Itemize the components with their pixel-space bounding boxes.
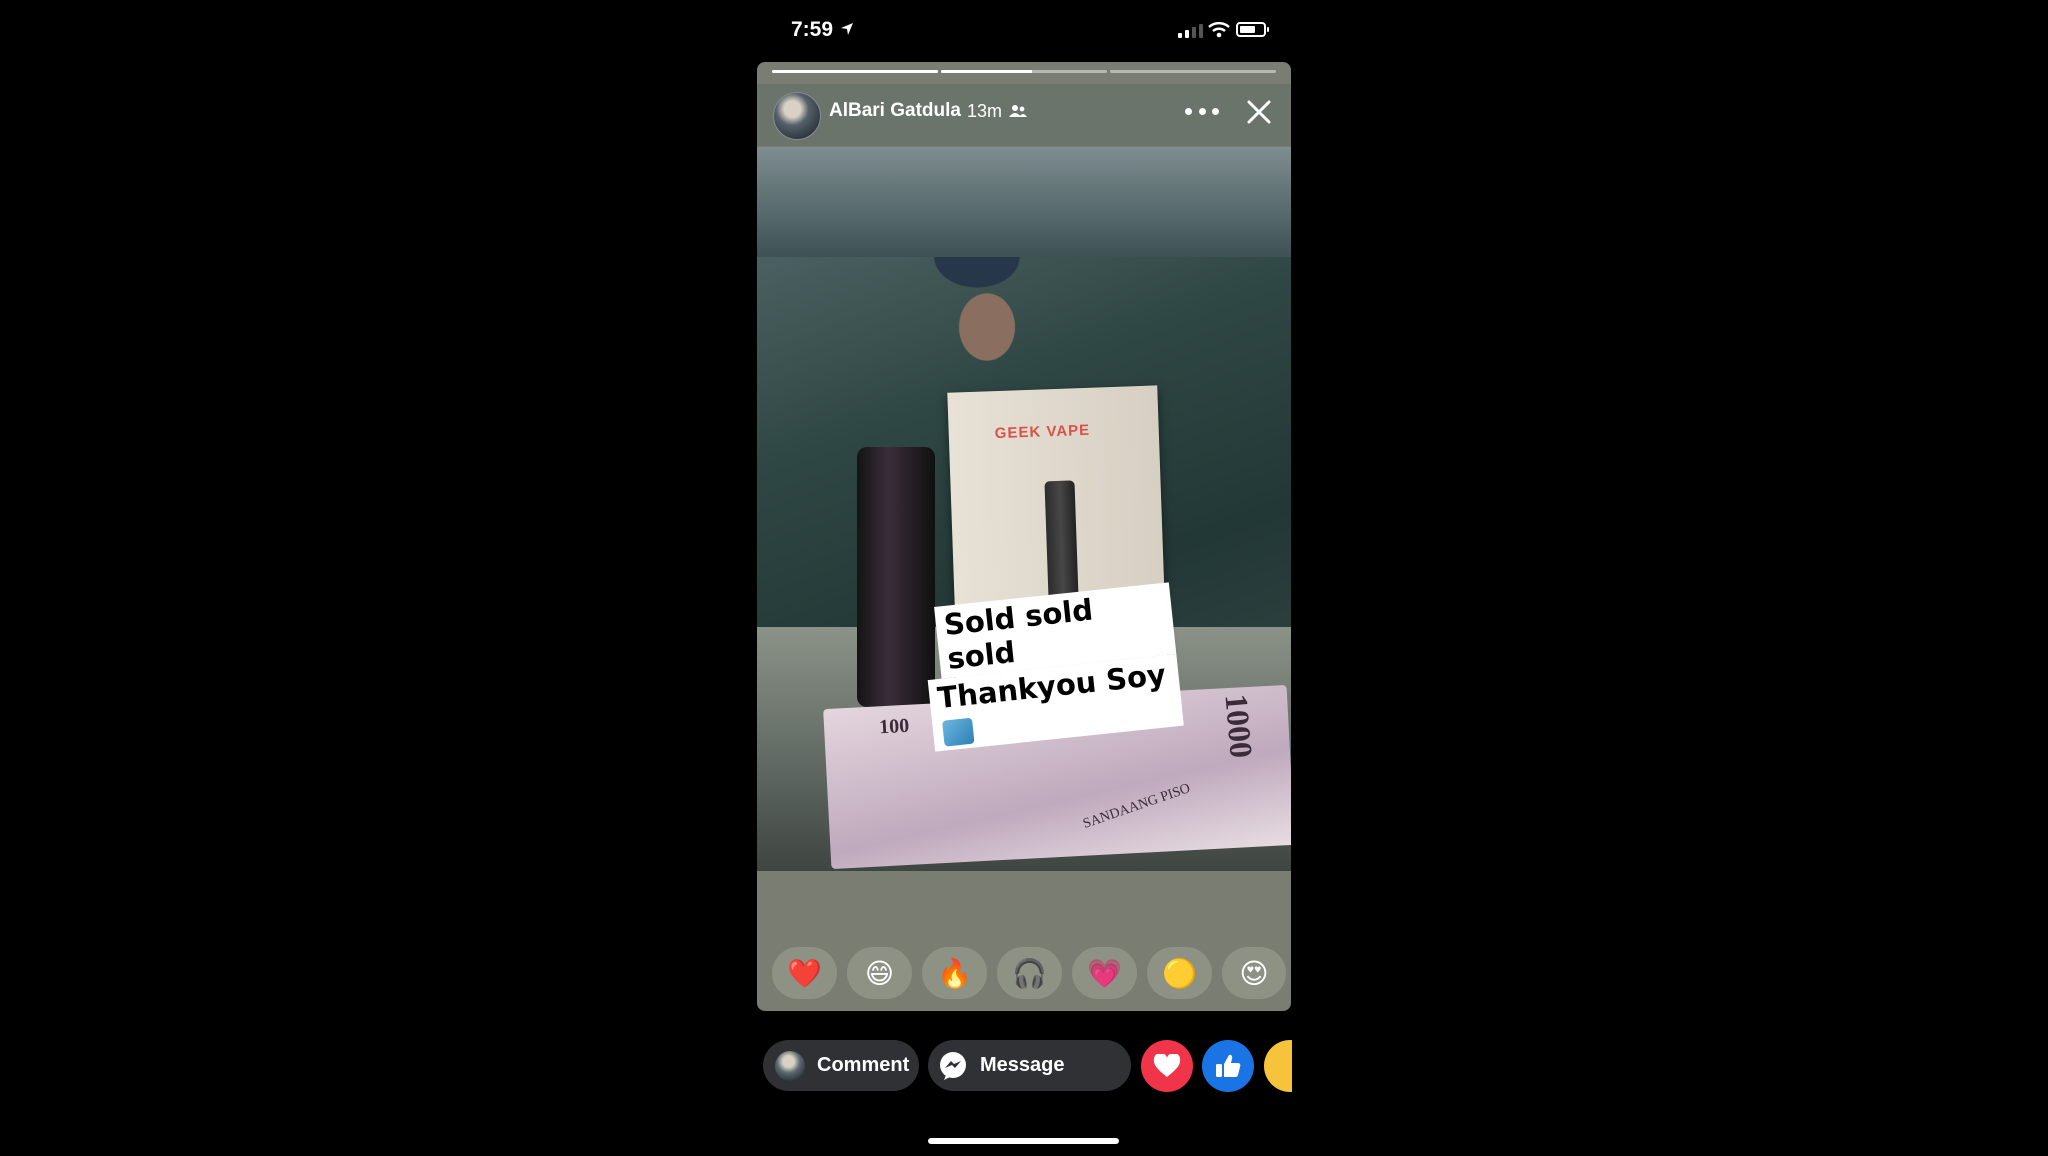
heart-icon xyxy=(1153,1054,1181,1077)
reaction-sticker[interactable]: 🎧 xyxy=(997,947,1062,999)
location-arrow-icon xyxy=(841,23,853,35)
cellular-signal-icon xyxy=(1178,24,1203,38)
more-options-button[interactable] xyxy=(1185,98,1219,124)
laughing-face-icon xyxy=(1264,1040,1292,1092)
author-avatar[interactable] xyxy=(773,92,821,140)
quick-love-button[interactable] xyxy=(1141,1040,1193,1092)
thumbs-up-icon xyxy=(1216,1054,1241,1077)
quick-like-button[interactable] xyxy=(1202,1040,1254,1092)
comment-button[interactable]: Comment xyxy=(763,1040,919,1091)
product-can xyxy=(857,447,935,707)
reaction-fire[interactable]: 🔥 xyxy=(922,947,987,999)
close-icon[interactable] xyxy=(1245,98,1273,126)
reaction-badge[interactable]: 🟡 xyxy=(1147,947,1212,999)
friends-icon xyxy=(1009,105,1027,117)
message-button[interactable]: Message xyxy=(928,1040,1131,1091)
status-time: 7:59 xyxy=(791,18,834,41)
progress-segment xyxy=(772,70,938,73)
quick-haha-button[interactable] xyxy=(1264,1040,1292,1092)
banknote-text: SANDAANG PISO xyxy=(1081,781,1193,832)
story-photo: GEEK VAPE 100 1000 SANDAANG PISO Sold so… xyxy=(757,147,1291,871)
message-label: Message xyxy=(980,1054,1065,1076)
reaction-pink-heart[interactable]: 💗 xyxy=(1072,947,1137,999)
story-progress xyxy=(772,70,1276,73)
home-indicator[interactable] xyxy=(928,1138,1119,1144)
reaction-grin[interactable]: 😄 xyxy=(847,947,912,999)
battery-icon xyxy=(1236,22,1269,37)
progress-segment xyxy=(941,70,1107,73)
story-time: 13m xyxy=(967,101,1003,121)
reaction-love-face[interactable]: 😍 xyxy=(1222,947,1286,999)
comment-label: Comment xyxy=(817,1054,910,1076)
user-avatar xyxy=(775,1050,805,1081)
wifi-icon xyxy=(1208,22,1230,38)
emoji-sticker-icon xyxy=(942,717,975,747)
progress-segment xyxy=(1110,70,1276,73)
reaction-bar: ❤️ 😄 🔥 🎧 💗 🟡 😍 xyxy=(772,947,1286,999)
banknote-100: 100 xyxy=(878,714,910,739)
banknote-1000: 1000 xyxy=(1218,692,1260,760)
story-viewer[interactable]: AlBari Gatdula 13m GEEK VAPE 100 1000 SA… xyxy=(757,62,1291,1011)
messenger-icon xyxy=(940,1051,966,1080)
reaction-heart[interactable]: ❤️ xyxy=(772,947,837,999)
author-name[interactable]: AlBari Gatdula xyxy=(829,100,961,122)
brand-logo: GEEK VAPE xyxy=(994,421,1091,443)
story-caption: Sold sold sold Thankyou Soy xyxy=(920,582,1184,752)
